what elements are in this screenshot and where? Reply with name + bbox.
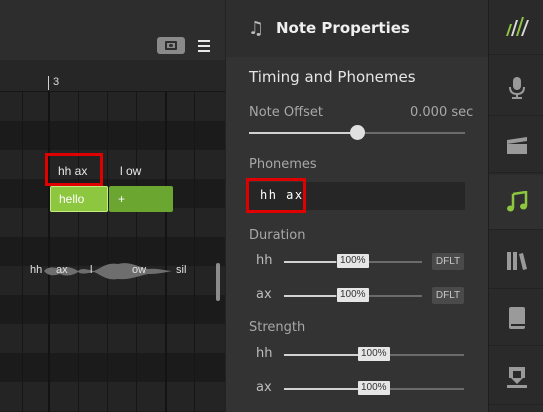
microphone-icon[interactable] — [489, 61, 543, 116]
waveform-phoneme-label: sil — [176, 264, 187, 276]
vertical-scrollbar[interactable] — [216, 263, 220, 301]
duration-percent-badge[interactable]: 100% — [337, 288, 369, 302]
strength-phoneme-label: hh — [256, 346, 273, 361]
panel-header: ♫ Note Properties — [226, 0, 489, 57]
library-icon[interactable] — [489, 234, 543, 289]
duration-phoneme-label: ax — [256, 287, 272, 302]
strength-phoneme-label: ax — [256, 380, 272, 395]
clapperboard-icon[interactable] — [489, 118, 543, 173]
music-note-icon[interactable] — [489, 175, 543, 230]
duration-percent-badge[interactable]: 100% — [337, 254, 369, 268]
camera-icon[interactable] — [157, 37, 185, 54]
book-icon[interactable] — [489, 291, 543, 346]
note-block[interactable]: hello — [50, 186, 108, 212]
waveform — [44, 263, 172, 280]
note-offset-value: 0.000 sec — [410, 105, 474, 120]
import-icon[interactable] — [489, 350, 543, 405]
duration-reset-button[interactable]: DFLT — [432, 253, 464, 270]
panel-title: Note Properties — [276, 19, 410, 37]
piano-roll[interactable]: 3 hh ax l ow hello + hh ax l ow sil — [0, 0, 225, 412]
bar-number-label: 3 — [53, 76, 60, 88]
note-phoneme-label: l ow — [120, 164, 142, 178]
waveform-phoneme-label: ow — [132, 264, 147, 276]
right-sidebar — [488, 0, 543, 412]
highlight-box — [246, 178, 306, 213]
timeline-ruler[interactable]: 3 — [0, 60, 225, 92]
roll-toolbar — [0, 0, 225, 60]
waveform-phoneme-label: ax — [56, 264, 68, 276]
strength-percent-badge[interactable]: 100% — [358, 347, 390, 361]
section-title: Timing and Phonemes — [249, 68, 416, 86]
logo-icon — [489, 0, 543, 55]
menu-icon[interactable] — [197, 37, 211, 54]
note-offset-fill — [249, 132, 357, 134]
highlight-box — [45, 153, 103, 186]
duration-reset-button[interactable]: DFLT — [432, 287, 464, 304]
duration-phoneme-label: hh — [256, 253, 273, 268]
strength-label: Strength — [249, 320, 306, 335]
note-grid[interactable] — [0, 92, 225, 412]
strength-percent-badge[interactable]: 100% — [358, 381, 390, 395]
note-offset-knob[interactable] — [350, 125, 365, 140]
note-offset-label: Note Offset — [249, 105, 323, 120]
waveform-phoneme-label: hh — [30, 264, 43, 276]
music-note-icon: ♫ — [248, 18, 265, 39]
phonemes-label: Phonemes — [249, 157, 317, 172]
waveform-phoneme-label: l — [90, 264, 93, 276]
duration-label: Duration — [249, 228, 306, 243]
bar-marker — [48, 76, 49, 90]
note-block[interactable]: + — [109, 186, 173, 212]
